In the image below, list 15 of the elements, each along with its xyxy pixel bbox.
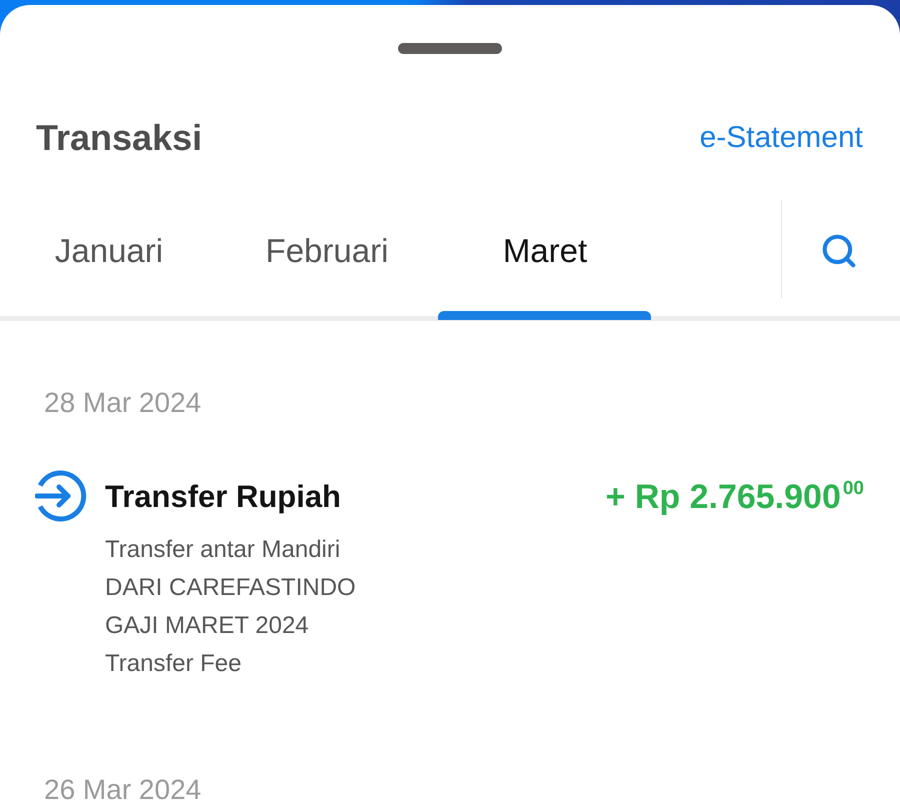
transaction-detail: Transfer antar Mandiri — [105, 535, 340, 565]
transaction-detail: Transfer Fee — [105, 649, 242, 679]
month-tab[interactable]: Januari — [0, 200, 218, 321]
search-icon — [820, 232, 858, 270]
e-statement-link[interactable]: e-Statement — [700, 120, 863, 156]
month-tab[interactable]: Maret — [436, 200, 654, 321]
month-tab[interactable]: Februari — [218, 200, 436, 321]
page-title: Transaksi — [36, 117, 202, 159]
date-header: 26 Mar 2024 — [44, 774, 202, 806]
transaction-detail: GAJI MARET 2024 — [105, 611, 309, 641]
transaction-detail: DARI CAREFASTINDO — [105, 573, 356, 603]
drag-handle[interactable] — [398, 43, 502, 54]
transaction-title: Transfer Rupiah — [105, 479, 341, 515]
transaction-amount: + Rp 2.765.900$^{00}$ — [606, 477, 864, 517]
date-header: 28 Mar 2024 — [44, 387, 202, 419]
